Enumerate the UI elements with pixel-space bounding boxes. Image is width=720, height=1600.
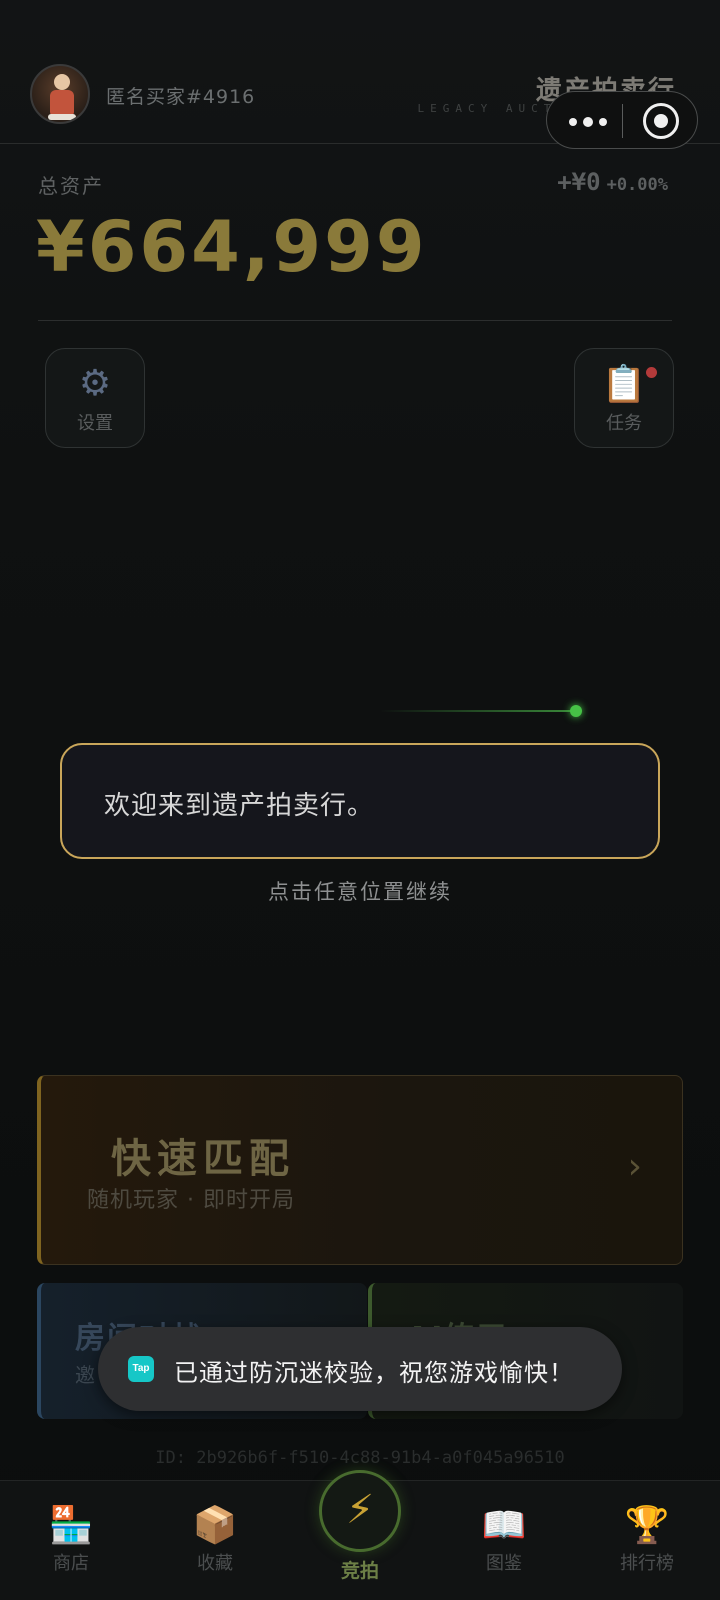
assets-change-value: +¥0	[557, 168, 601, 196]
notification-dot	[646, 367, 657, 378]
nav-item-shop[interactable]: 🏪 商店	[11, 1505, 131, 1575]
player-id: ID: 2b926b6f-f510-4c88-91b4-a0f045a96510	[155, 1448, 565, 1468]
close-miniprogram-icon[interactable]	[643, 103, 679, 139]
assets-change-pct: +0.00%	[606, 175, 668, 195]
tutorial-dialog-text: 欢迎来到遗产拍卖行。	[104, 791, 375, 821]
more-icon[interactable]	[569, 108, 615, 134]
nav-label-catalog: 图鉴	[486, 1553, 522, 1574]
continue-hint: 点击任意位置继续	[268, 880, 452, 904]
tutorial-pointer-line	[380, 710, 576, 712]
nav-item-collection[interactable]: 📦 收藏	[155, 1505, 275, 1575]
avatar-figure-head	[54, 74, 70, 90]
room-battle-subtitle: 邀	[75, 1363, 95, 1387]
book-icon: 📖	[481, 1505, 527, 1546]
assets-change: +¥0 +0.00%	[557, 168, 668, 196]
gear-icon: ⚙	[78, 363, 112, 404]
taptap-logo-icon: Tap	[128, 1356, 154, 1382]
capsule-divider	[622, 104, 623, 138]
box-icon: 📦	[192, 1505, 238, 1546]
total-assets-value: ¥664,999	[36, 206, 428, 288]
username: 匿名买家#4916	[106, 86, 256, 108]
toast-message: 已通过防沉迷校验，祝您游戏愉快！	[174, 1359, 574, 1387]
settings-button[interactable]: ⚙ 设置	[45, 348, 145, 448]
nav-item-ranking[interactable]: 🏆 排行榜	[587, 1505, 707, 1575]
nav-label-auction: 竞拍	[340, 1560, 379, 1582]
quick-match-button[interactable]: 快速匹配 随机玩家 · 即时开局 ›	[37, 1075, 683, 1265]
shop-icon: 🏪	[48, 1505, 94, 1546]
trophy-icon: 🏆	[624, 1505, 670, 1546]
anti-addiction-toast: Tap 已通过防沉迷校验，祝您游戏愉快！	[98, 1327, 622, 1411]
nav-item-catalog[interactable]: 📖 图鉴	[444, 1505, 564, 1575]
divider	[38, 320, 672, 321]
app-screen: 匿名买家#4916 遗产拍卖行 LEGACY AUCTION HOUSE 总资产…	[0, 0, 720, 1600]
settings-label: 设置	[77, 413, 113, 434]
avatar[interactable]	[30, 64, 90, 124]
tutorial-pointer-dot	[570, 705, 582, 717]
quick-match-title: 快速匹配	[111, 1136, 295, 1182]
tasks-label: 任务	[606, 413, 642, 434]
chevron-right-icon: ›	[627, 1146, 642, 1187]
nav-label-ranking: 排行榜	[620, 1553, 674, 1574]
clipboard-icon: 📋	[601, 364, 647, 405]
total-assets-label: 总资产	[38, 174, 104, 198]
avatar-figure-base	[48, 114, 76, 120]
nav-label-shop: 商店	[53, 1553, 89, 1574]
miniprogram-capsule	[546, 91, 698, 149]
quick-match-subtitle: 随机玩家 · 即时开局	[87, 1188, 295, 1213]
tutorial-dialog[interactable]: 欢迎来到遗产拍卖行。	[60, 743, 660, 859]
lightning-icon: ⚡	[345, 1487, 375, 1533]
nav-item-auction[interactable]: ⚡	[319, 1470, 401, 1552]
nav-label-collection: 收藏	[197, 1553, 233, 1574]
avatar-figure-body	[50, 90, 74, 116]
tasks-button[interactable]: 📋 任务	[574, 348, 674, 448]
